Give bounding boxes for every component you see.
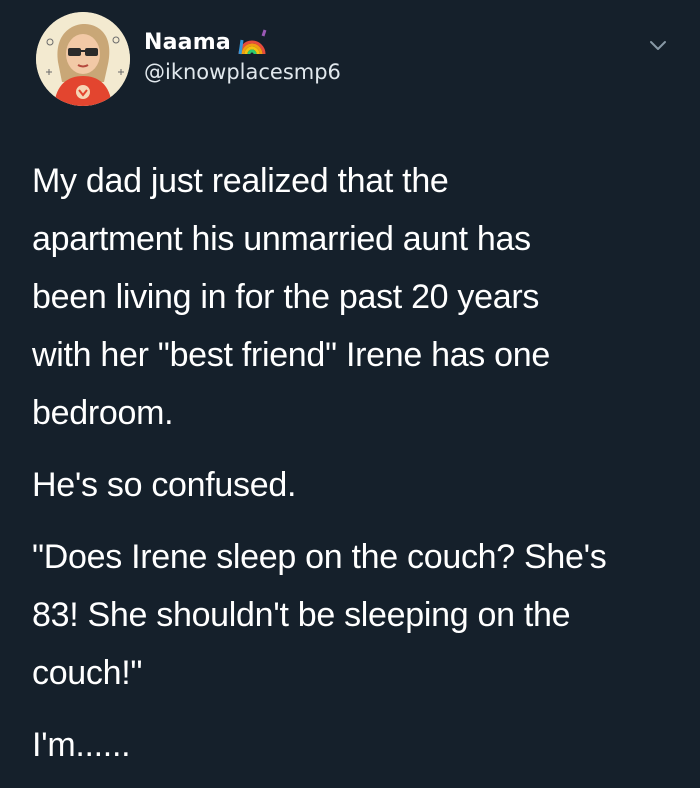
- tweet-line: I'm......: [32, 726, 131, 764]
- tweet-line: 83! She shouldn't be sleeping on the: [32, 596, 571, 634]
- avatar-illustration: [36, 12, 130, 106]
- tweet-line: with her "best friend" Irene has one: [32, 336, 550, 374]
- tweet-card: Naama @iknowplacesmp6 My dad just realiz…: [0, 0, 700, 780]
- tweet-line: "Does Irene sleep on the couch? She's: [32, 538, 607, 576]
- rainbow-icon: [238, 29, 267, 55]
- tweet-paragraph: "Does Irene sleep on the couch? She's 83…: [32, 528, 682, 702]
- tweet-line: bedroom.: [32, 394, 174, 432]
- user-name-block: Naama @iknowplacesmp6: [144, 26, 341, 85]
- tweet-line: My dad just realized that the: [32, 162, 449, 200]
- tweet-paragraph: I'm......: [32, 716, 682, 774]
- tweet-text: My dad just realized that the apartment …: [32, 152, 682, 788]
- tweet-line: apartment his unmarried aunt has: [32, 220, 531, 258]
- tweet-header: Naama @iknowplacesmp6: [36, 12, 676, 108]
- display-name-row: Naama: [144, 26, 341, 58]
- user-handle[interactable]: @iknowplacesmp6: [144, 60, 341, 84]
- chevron-down-icon[interactable]: [646, 34, 670, 58]
- tweet-paragraph: My dad just realized that the apartment …: [32, 152, 682, 442]
- tweet-paragraph: He's so confused.: [32, 456, 682, 514]
- avatar[interactable]: [36, 12, 130, 106]
- tweet-line: been living in for the past 20 years: [32, 278, 540, 316]
- tweet-line: couch!": [32, 654, 143, 692]
- display-name[interactable]: Naama: [144, 30, 231, 55]
- tweet-line: He's so confused.: [32, 466, 297, 504]
